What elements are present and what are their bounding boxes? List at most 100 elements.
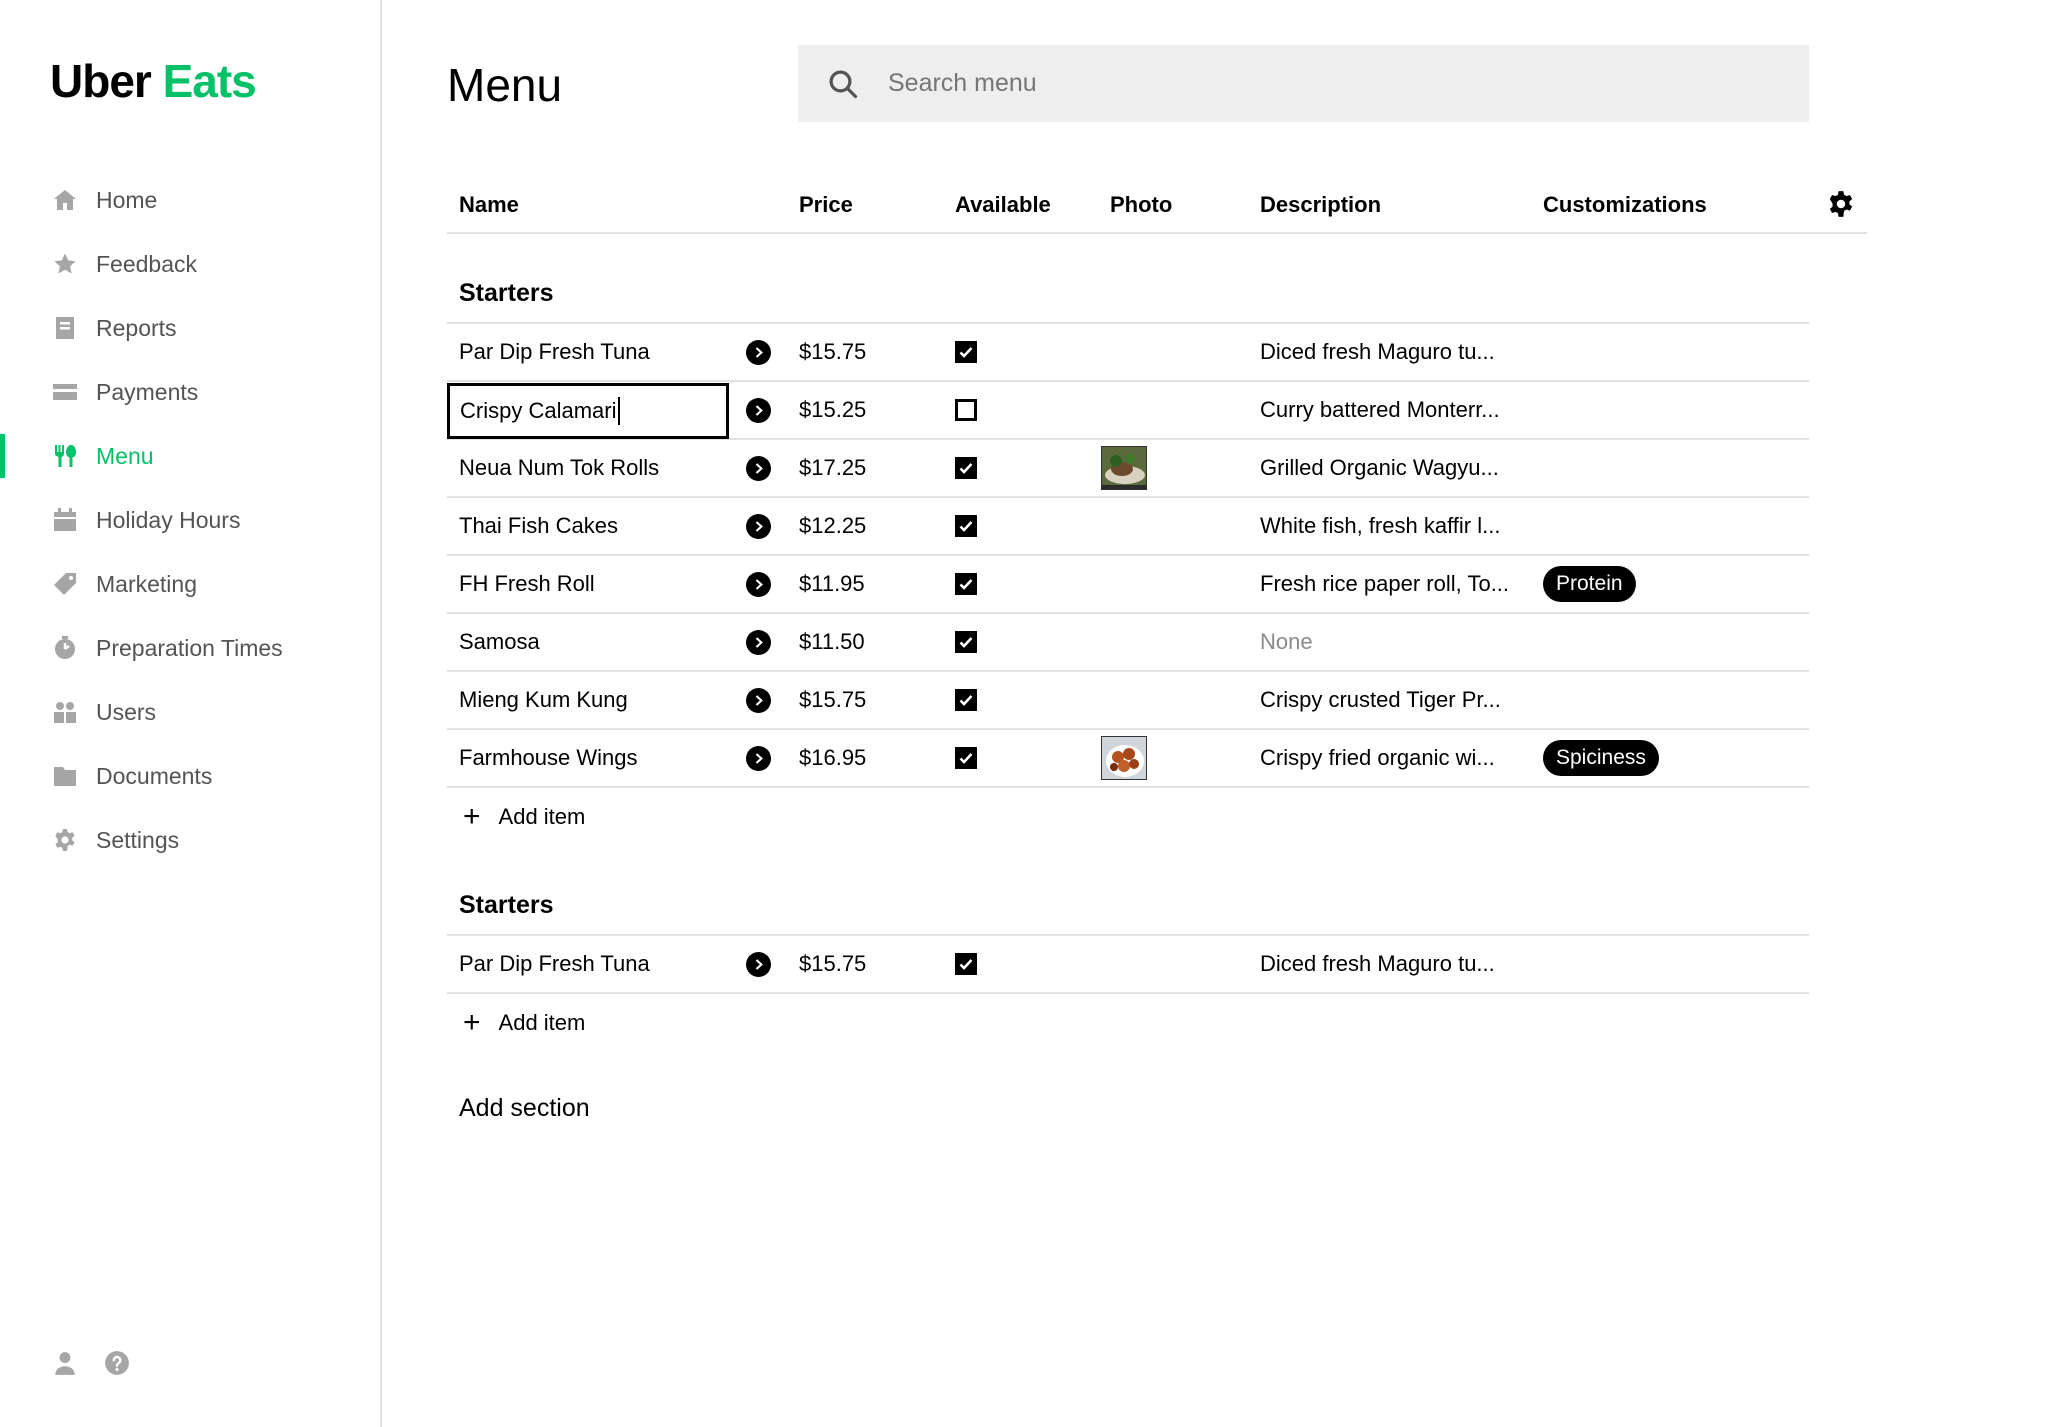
sidebar-item-label: Menu	[96, 442, 154, 469]
available-checkbox[interactable]	[955, 341, 977, 363]
chevron-right-icon[interactable]	[745, 687, 771, 713]
item-price[interactable]: $12.25	[799, 498, 919, 554]
uber-eats-logo[interactable]: Uber Eats	[50, 54, 257, 108]
sidebar-item-menu[interactable]: Menu	[0, 424, 380, 488]
search-icon	[829, 70, 858, 98]
item-description[interactable]: None	[1260, 614, 1530, 670]
item-description[interactable]: Grilled Organic Wagyu...	[1260, 440, 1530, 496]
sidebar-item-payments[interactable]: Payments	[0, 360, 380, 424]
item-price[interactable]: $17.25	[799, 440, 919, 496]
chevron-right-icon[interactable]	[745, 951, 771, 977]
section-title[interactable]: Starters	[447, 848, 1809, 936]
item-name[interactable]: Par Dip Fresh Tuna	[459, 324, 719, 380]
customization-badge[interactable]: Spiciness	[1543, 740, 1659, 776]
table-row[interactable]: FH Fresh Roll $11.95 Fresh rice paper roll…	[447, 556, 1809, 614]
column-header-price[interactable]: Price	[799, 192, 853, 218]
table-row[interactable]: Par Dip Fresh Tuna $15.75 Diced fresh Magu…	[447, 324, 1809, 382]
item-description[interactable]: Crispy crusted Tiger Pr...	[1260, 672, 1530, 728]
column-header-customizations[interactable]: Customizations	[1543, 192, 1707, 218]
item-price[interactable]: $15.75	[799, 324, 919, 380]
sidebar-item-documents[interactable]: Documents	[0, 744, 380, 808]
section-title[interactable]: Starters	[447, 236, 1809, 324]
add-item-label: Add item	[498, 1010, 586, 1035]
help-icon[interactable]	[104, 1350, 130, 1376]
text-caret	[618, 397, 621, 425]
sidebar: Uber Eats Home Feedback Reports Payments Men…	[0, 0, 382, 1427]
column-header-name[interactable]: Name	[459, 192, 519, 218]
column-header-photo[interactable]: Photo	[1110, 192, 1172, 218]
folder-icon	[52, 763, 78, 789]
item-description[interactable]: Curry battered Monterr...	[1260, 382, 1530, 438]
column-settings-gear-icon[interactable]	[1827, 190, 1855, 218]
table-row[interactable]: Crispy Calamari $15.25 Curry battered Mont…	[447, 382, 1809, 440]
user-icon[interactable]	[52, 1350, 78, 1376]
available-checkbox[interactable]	[955, 515, 977, 537]
available-checkbox[interactable]	[955, 689, 977, 711]
item-photo-thumbnail[interactable]	[1101, 446, 1147, 490]
item-name[interactable]: Thai Fish Cakes	[459, 498, 719, 554]
item-name[interactable]: Farmhouse Wings	[459, 730, 719, 786]
item-name-input[interactable]: Crispy Calamari	[447, 383, 729, 439]
item-price[interactable]: $15.75	[799, 936, 919, 992]
item-name[interactable]: Neua Num Tok Rolls	[459, 440, 719, 496]
table-row[interactable]: Farmhouse Wings $16.95 Crispy fried organi…	[447, 730, 1809, 788]
plus-icon: +	[463, 800, 481, 833]
sidebar-item-holiday-hours[interactable]: Holiday Hours	[0, 488, 380, 552]
sidebar-item-label: Documents	[96, 762, 213, 789]
column-header-description[interactable]: Description	[1260, 192, 1381, 218]
column-header-available[interactable]: Available	[955, 192, 1051, 218]
sidebar-item-settings[interactable]: Settings	[0, 808, 380, 872]
chevron-right-icon[interactable]	[745, 455, 771, 481]
item-name[interactable]: Samosa	[459, 614, 719, 670]
item-price[interactable]: $15.25	[799, 382, 919, 438]
item-description[interactable]: Diced fresh Maguro tu...	[1260, 936, 1530, 992]
available-checkbox[interactable]	[955, 399, 977, 421]
item-photo-thumbnail[interactable]	[1101, 736, 1147, 780]
item-description[interactable]: Fresh rice paper roll, To...	[1260, 556, 1530, 612]
item-name[interactable]: Mieng Kum Kung	[459, 672, 719, 728]
chevron-right-icon[interactable]	[745, 339, 771, 365]
available-checkbox[interactable]	[955, 457, 977, 479]
available-checkbox[interactable]	[955, 631, 977, 653]
add-section-button[interactable]: Add section	[459, 1094, 590, 1123]
item-price[interactable]: $15.75	[799, 672, 919, 728]
table-row[interactable]: Samosa $11.50 None	[447, 614, 1809, 672]
available-checkbox[interactable]	[955, 747, 977, 769]
search-input[interactable]	[888, 69, 1788, 98]
item-description[interactable]: White fish, fresh kaffir l...	[1260, 498, 1530, 554]
sidebar-item-users[interactable]: Users	[0, 680, 380, 744]
item-price[interactable]: $11.95	[799, 556, 919, 612]
customization-badge[interactable]: Protein	[1543, 566, 1636, 602]
item-price[interactable]: $16.95	[799, 730, 919, 786]
sidebar-item-feedback[interactable]: Feedback	[0, 232, 380, 296]
table-row[interactable]: Par Dip Fresh Tuna $15.75 Diced fresh Magu…	[447, 936, 1809, 994]
item-name[interactable]: Par Dip Fresh Tuna	[459, 936, 719, 992]
item-description[interactable]: Diced fresh Maguro tu...	[1260, 324, 1530, 380]
chevron-right-icon[interactable]	[745, 397, 771, 423]
sidebar-nav: Home Feedback Reports Payments Menu Holiday H…	[0, 168, 380, 872]
chevron-right-icon[interactable]	[745, 513, 771, 539]
sidebar-item-marketing[interactable]: Marketing	[0, 552, 380, 616]
add-item-button[interactable]: + Add item	[447, 788, 1809, 846]
add-item-button[interactable]: + Add item	[447, 994, 1809, 1052]
available-checkbox[interactable]	[955, 573, 977, 595]
sidebar-item-reports[interactable]: Reports	[0, 296, 380, 360]
sidebar-item-home[interactable]: Home	[0, 168, 380, 232]
search-bar[interactable]	[798, 45, 1809, 122]
sidebar-item-label: Settings	[96, 826, 180, 853]
sidebar-item-label: Payments	[96, 378, 199, 405]
report-icon	[52, 315, 78, 341]
logo-uber-text: Uber	[50, 55, 152, 107]
table-row[interactable]: Neua Num Tok Rolls $17.25 Grilled Organic …	[447, 440, 1809, 498]
item-name[interactable]: FH Fresh Roll	[459, 556, 719, 612]
table-row[interactable]: Mieng Kum Kung $15.75 Crispy crusted Tiger…	[447, 672, 1809, 730]
chevron-right-icon[interactable]	[745, 745, 771, 771]
chevron-right-icon[interactable]	[745, 629, 771, 655]
plus-icon: +	[463, 1006, 481, 1039]
item-description[interactable]: Crispy fried organic wi...	[1260, 730, 1530, 786]
available-checkbox[interactable]	[955, 953, 977, 975]
table-row[interactable]: Thai Fish Cakes $12.25 White fish, fresh k…	[447, 498, 1809, 556]
chevron-right-icon[interactable]	[745, 571, 771, 597]
item-price[interactable]: $11.50	[799, 614, 919, 670]
sidebar-item-preparation-times[interactable]: Preparation Times	[0, 616, 380, 680]
